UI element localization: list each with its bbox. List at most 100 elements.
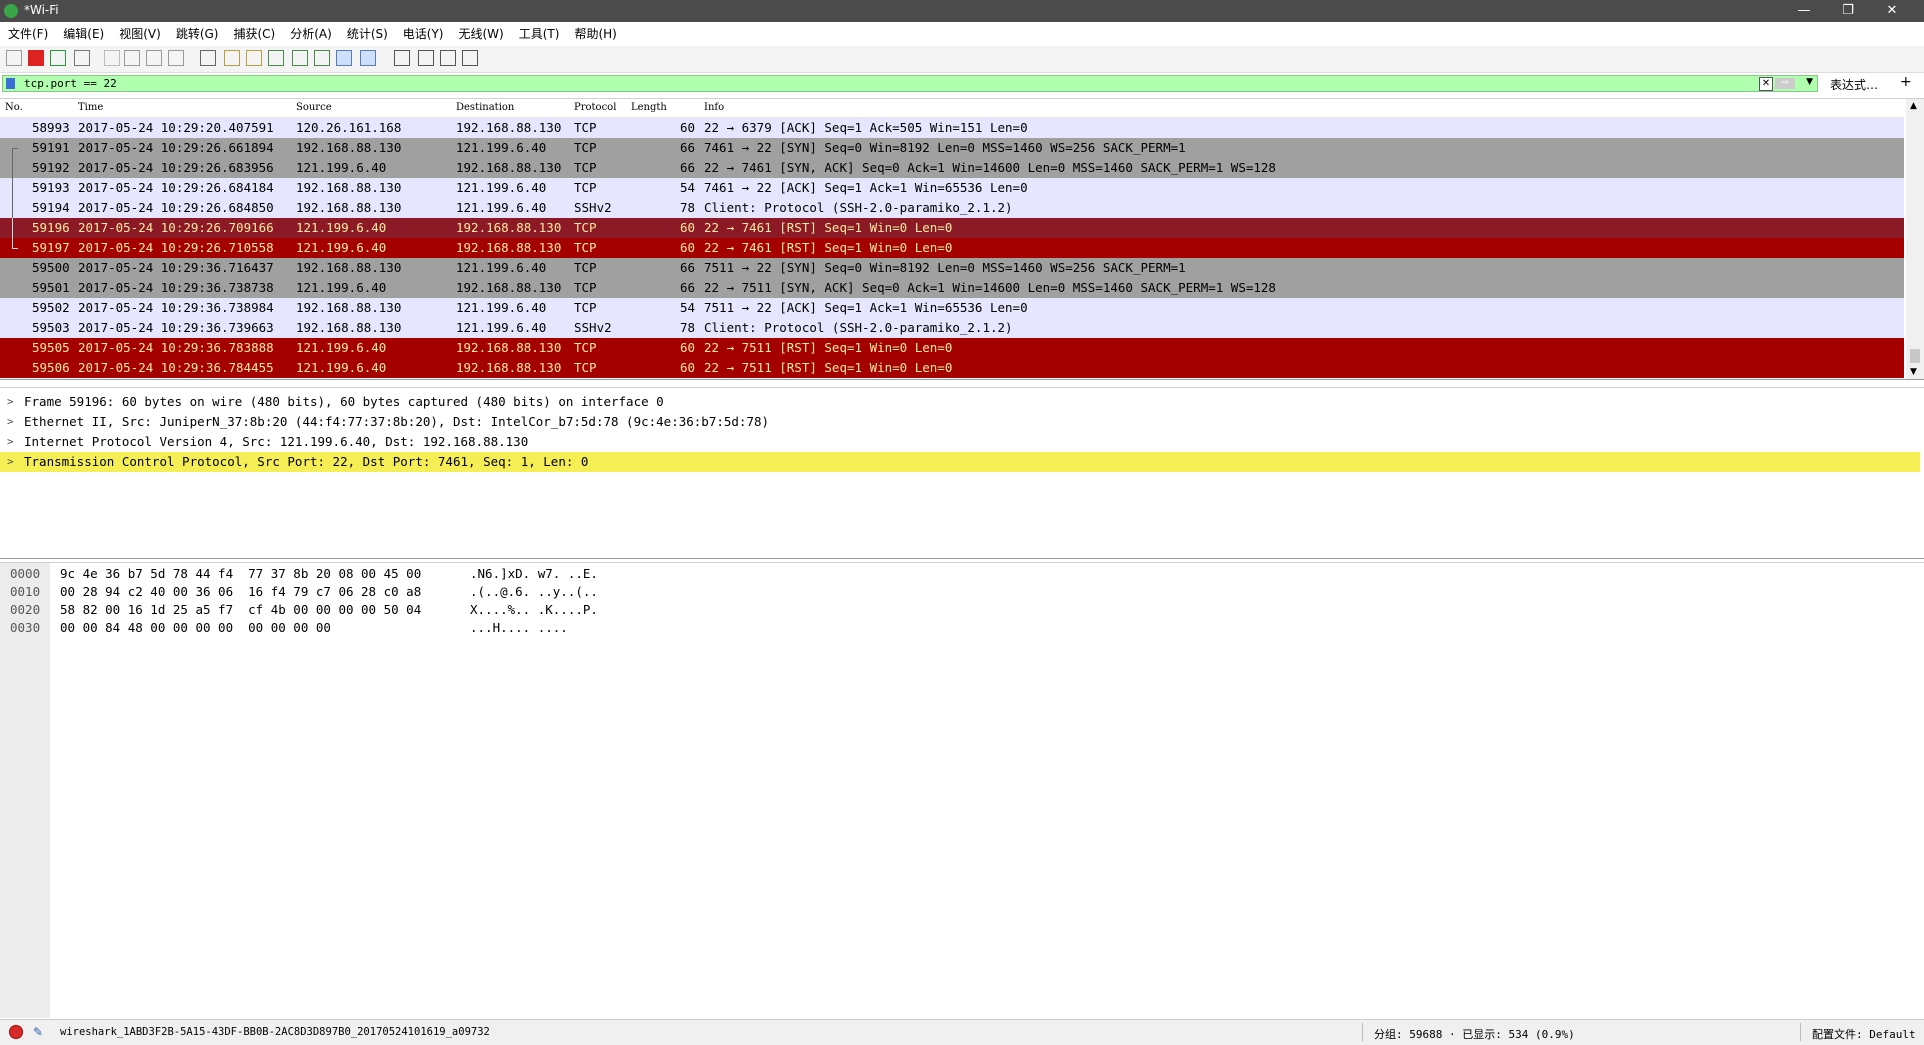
menu-item[interactable]: 编辑(E) xyxy=(55,22,111,42)
packet-row[interactable]: 59501 2017-05-24 10:29:36.738738 121.199.6… xyxy=(0,278,1904,298)
detail-tree-item[interactable]: > Frame 59196: 60 bytes on wire (480 bits… xyxy=(0,392,1920,412)
packet-cell-time: 2017-05-24 10:29:36.716437 xyxy=(78,260,274,275)
last-packet-icon[interactable] xyxy=(314,50,330,66)
packet-row[interactable]: 59192 2017-05-24 10:29:26.683956 121.199.6… xyxy=(0,158,1904,178)
menu-item[interactable]: 工具(T) xyxy=(511,22,567,42)
packet-cell-src: 121.199.6.40 xyxy=(296,160,387,175)
packet-cell-no: 59191 xyxy=(32,140,70,155)
packet-cell-dst: 192.168.88.130 xyxy=(456,360,562,375)
zoom-in-icon[interactable] xyxy=(394,50,410,66)
close-button[interactable]: ✕ xyxy=(1870,0,1914,22)
find-packet-icon[interactable] xyxy=(200,50,216,66)
display-filter-input[interactable]: tcp.port == 22 ✕ ⇨ ▼ xyxy=(2,75,1818,92)
detail-tree-item[interactable]: > Transmission Control Protocol, Src Port… xyxy=(0,452,1920,472)
menu-item[interactable]: 分析(A) xyxy=(282,22,339,42)
packet-row[interactable]: 59191 2017-05-24 10:29:26.661894 192.168.8… xyxy=(0,138,1904,158)
packet-row[interactable]: 59506 2017-05-24 10:29:36.784455 121.199.6… xyxy=(0,358,1904,378)
scroll-down-icon[interactable]: ▼ xyxy=(1910,367,1917,377)
conversation-tick xyxy=(12,148,18,149)
menu-item[interactable]: 无线(W) xyxy=(451,22,511,42)
zoom-out-icon[interactable] xyxy=(418,50,434,66)
add-filter-button[interactable]: + xyxy=(1900,74,1912,90)
packet-cell-src: 192.168.88.130 xyxy=(296,200,402,215)
go-to-packet-icon[interactable] xyxy=(268,50,284,66)
menu-item[interactable]: 捕获(C) xyxy=(225,22,282,42)
detail-tree-item[interactable]: > Internet Protocol Version 4, Src: 121.1… xyxy=(0,432,1920,452)
save-file-icon[interactable] xyxy=(124,50,140,66)
resize-columns-icon[interactable] xyxy=(462,50,478,66)
packet-row[interactable]: 59500 2017-05-24 10:29:36.716437 192.168.8… xyxy=(0,258,1904,278)
detail-tree-item[interactable]: > Ethernet II, Src: JuniperN_37:8b:20 (44… xyxy=(0,412,1920,432)
go-back-icon[interactable] xyxy=(224,50,240,66)
menu-item[interactable]: 电话(Y) xyxy=(395,22,451,42)
packet-cell-time: 2017-05-24 10:29:36.739663 xyxy=(78,320,274,335)
packet-row[interactable]: 59505 2017-05-24 10:29:36.783888 121.199.6… xyxy=(0,338,1904,358)
first-packet-icon[interactable] xyxy=(292,50,308,66)
hex-dump-row[interactable]: 0030 00 00 84 48 00 00 00 00 00 00 00 00.… xyxy=(0,619,700,637)
open-file-icon[interactable] xyxy=(104,50,120,66)
column-header-destination[interactable]: Destination xyxy=(456,102,514,113)
column-header-info[interactable]: Info xyxy=(704,102,724,113)
expand-arrow-icon[interactable]: > xyxy=(7,432,14,452)
packet-row[interactable]: 59193 2017-05-24 10:29:26.684184 192.168.8… xyxy=(0,178,1904,198)
capture-options-icon[interactable] xyxy=(74,50,90,66)
expand-arrow-icon[interactable]: > xyxy=(7,452,14,472)
restart-capture-icon[interactable] xyxy=(50,50,66,66)
column-header-source[interactable]: Source xyxy=(296,102,332,113)
scrollbar-thumb[interactable] xyxy=(1910,349,1920,363)
profile-label[interactable]: 配置文件: Default xyxy=(1812,1026,1916,1042)
packet-row[interactable]: 58993 2017-05-24 10:29:20.407591 120.26.16… xyxy=(0,118,1904,138)
conversation-line xyxy=(12,148,13,158)
close-file-icon[interactable] xyxy=(146,50,162,66)
menu-item[interactable]: 帮助(H) xyxy=(566,22,623,42)
packet-cell-src: 192.168.88.130 xyxy=(296,180,402,195)
menu-item[interactable]: 文件(F) xyxy=(0,22,55,42)
menu-item[interactable]: 跳转(G) xyxy=(168,22,226,42)
menu-item[interactable]: 视图(V) xyxy=(111,22,168,42)
packet-row[interactable]: 59502 2017-05-24 10:29:36.738984 192.168.8… xyxy=(0,298,1904,318)
packet-row[interactable]: 59197 2017-05-24 10:29:26.710558 121.199.6… xyxy=(0,238,1904,258)
normal-size-icon[interactable] xyxy=(440,50,456,66)
hex-dump-row[interactable]: 0020 58 82 00 16 1d 25 a5 f7 cf 4b 00 00 … xyxy=(0,601,700,619)
expression-button[interactable]: 表达式… xyxy=(1830,76,1878,93)
minimize-button[interactable]: — xyxy=(1782,0,1826,22)
expand-arrow-icon[interactable]: > xyxy=(7,392,14,412)
packet-cell-info: Client: Protocol (SSH-2.0-paramiko_2.1.2… xyxy=(704,320,1013,335)
packet-cell-proto: TCP xyxy=(574,340,597,355)
colorize-icon[interactable] xyxy=(360,50,376,66)
packet-row[interactable]: 59503 2017-05-24 10:29:36.739663 192.168.8… xyxy=(0,318,1904,338)
status-separator xyxy=(1800,1023,1801,1041)
reload-file-icon[interactable] xyxy=(168,50,184,66)
packet-list-scrollbar[interactable]: ▲ ▼ xyxy=(1906,99,1924,379)
packet-row[interactable]: 59196 2017-05-24 10:29:26.709166 121.199.6… xyxy=(0,218,1904,238)
hex-dump-row[interactable]: 0000 9c 4e 36 b7 5d 78 44 f4 77 37 8b 20 … xyxy=(0,565,700,583)
packet-count: 分组: 59688 · 已显示: 534 (0.9%) xyxy=(1374,1028,1575,1041)
restore-button[interactable]: ❐ xyxy=(1826,0,1870,22)
hex-bytes: 00 28 94 c2 40 00 36 06 16 f4 79 c7 06 2… xyxy=(60,584,422,599)
apply-filter-icon[interactable]: ⇨ xyxy=(1775,78,1795,89)
shark-fin-start-icon[interactable] xyxy=(6,50,22,66)
capture-comment-icon[interactable]: ✎ xyxy=(33,1025,47,1039)
stop-capture-icon[interactable] xyxy=(28,50,44,66)
packet-cell-src: 192.168.88.130 xyxy=(296,260,402,275)
expert-info-icon[interactable] xyxy=(9,1025,23,1039)
column-header-no[interactable]: No. xyxy=(5,102,23,113)
autoscroll-icon[interactable] xyxy=(336,50,352,66)
bookmark-icon[interactable] xyxy=(6,78,15,89)
scroll-up-icon[interactable]: ▲ xyxy=(1910,101,1917,111)
column-header-length[interactable]: Length xyxy=(631,102,667,113)
packet-cell-proto: TCP xyxy=(574,180,597,195)
filter-history-dropdown-icon[interactable]: ▼ xyxy=(1806,77,1813,87)
packet-cell-dst: 121.199.6.40 xyxy=(456,300,547,315)
packet-cell-no: 59501 xyxy=(32,280,70,295)
packet-list: No. Time Source Destination Protocol Len… xyxy=(0,98,1924,380)
menu-item[interactable]: 统计(S) xyxy=(339,22,395,42)
packet-row[interactable]: 59194 2017-05-24 10:29:26.684850 192.168.8… xyxy=(0,198,1904,218)
hex-dump-row[interactable]: 0010 00 28 94 c2 40 00 36 06 16 f4 79 c7 … xyxy=(0,583,700,601)
clear-filter-icon[interactable]: ✕ xyxy=(1759,77,1773,91)
packet-cell-time: 2017-05-24 10:29:26.661894 xyxy=(78,140,274,155)
column-header-time[interactable]: Time xyxy=(78,102,103,113)
go-forward-icon[interactable] xyxy=(246,50,262,66)
column-header-protocol[interactable]: Protocol xyxy=(574,102,616,113)
expand-arrow-icon[interactable]: > xyxy=(7,412,14,432)
